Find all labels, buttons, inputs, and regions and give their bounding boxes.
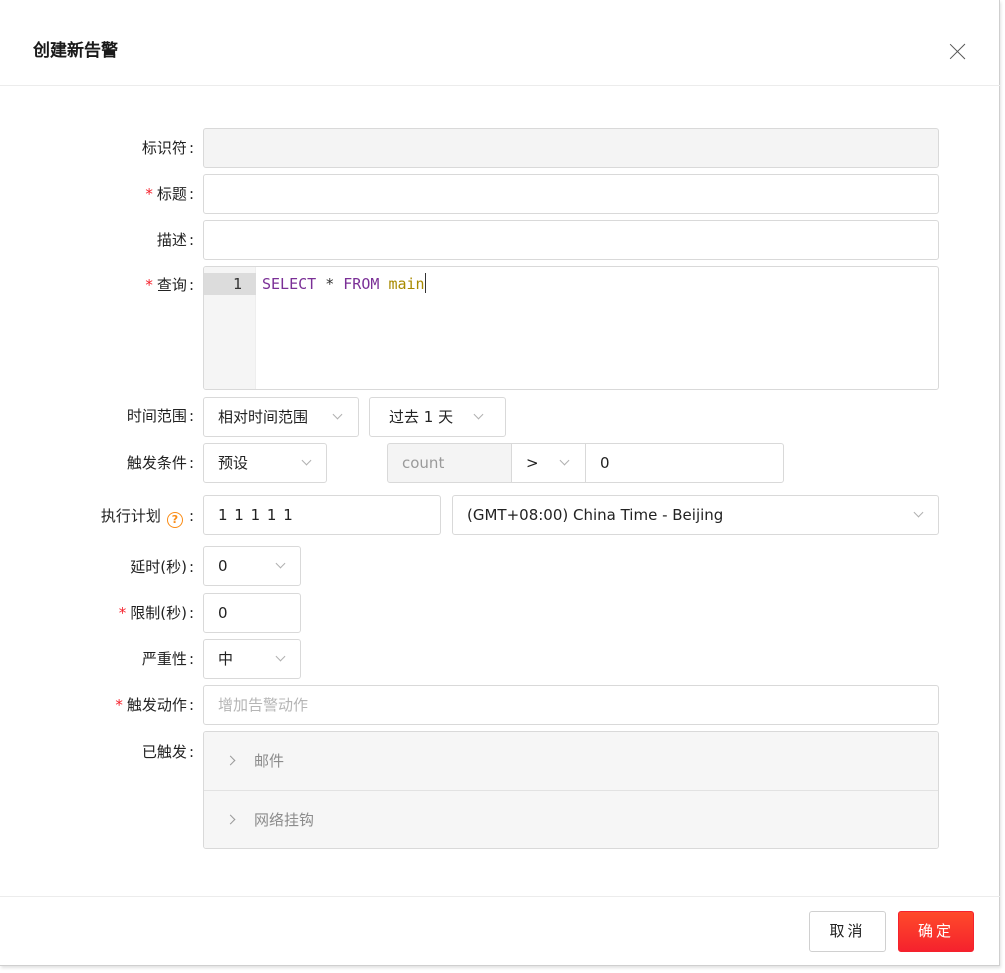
confirm-button[interactable]: 确定 (898, 911, 974, 952)
time-range-mode-select[interactable]: 相对时间范围 (203, 397, 359, 437)
severity-label: 严重性: (141, 650, 194, 668)
description-label: 描述: (156, 231, 194, 249)
collapse-panel-email[interactable]: 邮件 (204, 732, 938, 790)
delay-label: 延时(秒): (130, 558, 194, 576)
title-label: * 标题: (145, 185, 194, 203)
delay-select[interactable]: 0 (203, 546, 301, 586)
chevron-down-icon (332, 409, 343, 420)
limit-label: * 限制(秒): (118, 604, 194, 622)
severity-select[interactable]: 中 (203, 639, 301, 679)
add-action-select[interactable]: 增加告警动作 (203, 685, 939, 725)
collapse-panel-webhook[interactable]: 网络挂钩 (204, 790, 938, 848)
triggered-label: 已触发: (141, 743, 194, 761)
dialog-footer: 取消 确定 (0, 896, 1000, 966)
query-editor[interactable]: 1 SELECT * FROM main (203, 266, 939, 390)
dialog-header: 创建新告警 (0, 0, 1000, 86)
trigger-operator-select[interactable]: > (511, 443, 586, 483)
title-input[interactable] (203, 174, 939, 214)
identifier-label: 标识符: (141, 139, 194, 157)
chevron-down-icon (275, 651, 286, 662)
schedule-label: 执行计划?: (100, 507, 194, 528)
help-circle-icon[interactable]: ? (166, 512, 183, 528)
description-input[interactable] (203, 220, 939, 260)
trigger-preset-select[interactable]: 预设 (203, 443, 327, 483)
chevron-right-icon (225, 814, 236, 825)
close-icon[interactable] (944, 38, 972, 66)
time-range-value-select[interactable]: 过去 1 天 (369, 397, 506, 437)
create-alert-dialog: 创建新告警 标识符: * 标题: 描述: * 查询: 1 SELECT * FROM… (0, 0, 1000, 966)
actions-label: * 触发动作: (115, 696, 194, 714)
limit-input[interactable]: 0 (203, 593, 301, 633)
time-range-label: 时间范围: (126, 407, 194, 425)
code-line[interactable]: SELECT * FROM main (262, 273, 426, 295)
query-label: * 查询: (145, 276, 194, 294)
chevron-right-icon (225, 755, 236, 766)
chevron-down-icon (473, 409, 484, 420)
cancel-button[interactable]: 取消 (809, 911, 886, 952)
identifier-input (203, 128, 939, 168)
chevron-down-icon (301, 455, 312, 466)
chevron-down-icon (275, 558, 286, 569)
trigger-condition-label: 触发条件: (126, 454, 194, 472)
trigger-threshold-input[interactable]: 0 (585, 443, 784, 483)
dialog-title: 创建新告警 (33, 41, 118, 61)
trigger-field-input: count (387, 443, 512, 483)
schedule-cron-input[interactable]: 1 1 1 1 1 (203, 495, 441, 535)
triggered-collapse: 邮件 网络挂钩 (203, 731, 939, 849)
timezone-select[interactable]: (GMT+08:00) China Time - Beijing (452, 495, 939, 535)
text-cursor (424, 273, 426, 293)
chevron-down-icon (913, 507, 924, 518)
chevron-down-icon (559, 455, 570, 466)
line-number: 1 (204, 273, 256, 295)
